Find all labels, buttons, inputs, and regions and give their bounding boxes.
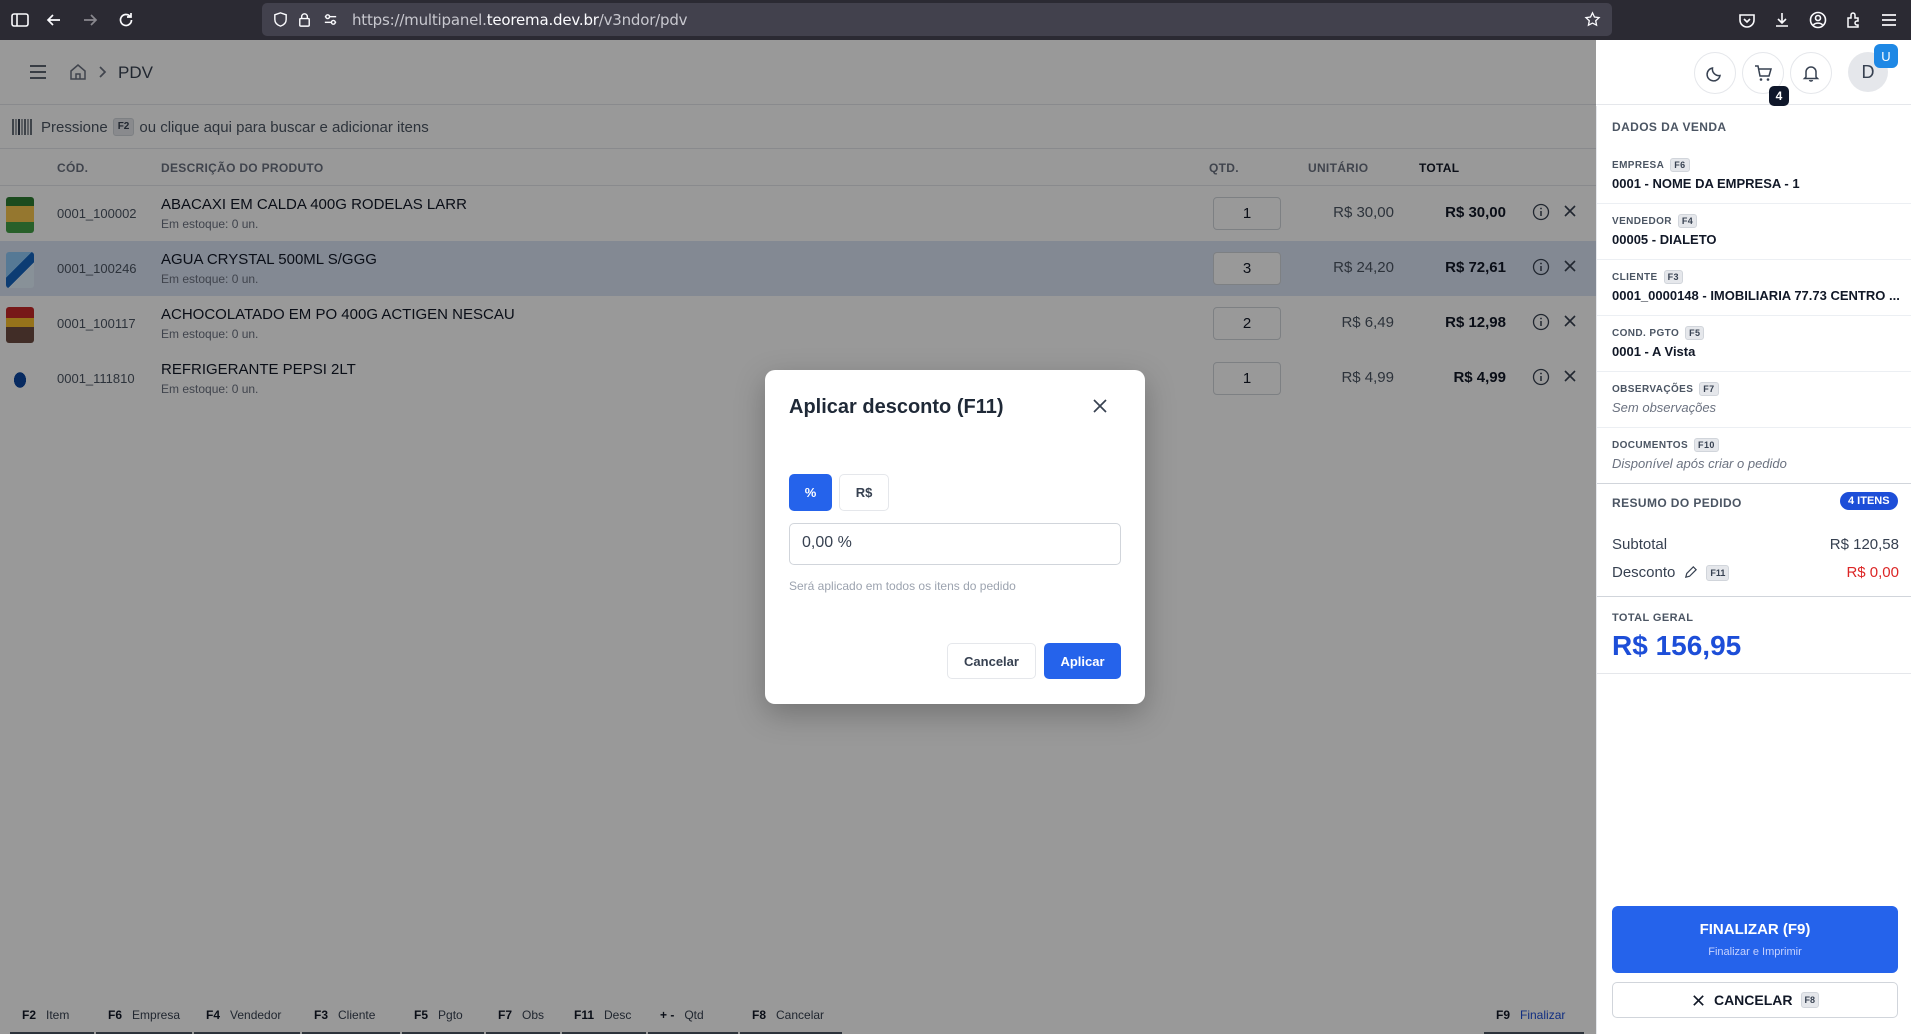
address-bar[interactable]: https://multipanel.teorema.dev.br/v3ndor… — [262, 3, 1612, 36]
menu-icon[interactable] — [1879, 10, 1899, 30]
shield-icon[interactable] — [272, 11, 289, 28]
field-cliente[interactable]: CLIENTE F3 0001_0000148 - IMOBILIARIA 77.… — [1597, 260, 1911, 316]
field-cond-pgto[interactable]: COND. PGTO F5 0001 - A Vista — [1597, 316, 1911, 372]
dialog-title: Aplicar desconto (F11) — [789, 396, 1004, 418]
pocket-icon[interactable] — [1737, 10, 1757, 30]
field-documentos[interactable]: DOCUMENTOS F10 Disponível após criar o pe… — [1597, 428, 1911, 484]
edit-pencil-icon[interactable] — [1683, 565, 1698, 580]
currency-toggle[interactable]: R$ — [839, 474, 889, 511]
bell-icon — [1801, 63, 1821, 83]
field-vendedor[interactable]: VENDEDOR F4 00005 - DIALETO — [1597, 204, 1911, 260]
permissions-icon[interactable] — [322, 11, 339, 28]
theme-toggle-button[interactable] — [1694, 52, 1736, 94]
sale-panel: DADOS DA VENDA EMPRESA F6 0001 - NOME DA … — [1596, 106, 1911, 1034]
finalize-button[interactable]: FINALIZAR (F9) Finalizar e Imprimir — [1612, 906, 1898, 973]
items-count-badge: 4 ITENS — [1840, 492, 1898, 510]
sidebar-toggle-icon[interactable] — [10, 10, 30, 30]
downloads-icon[interactable] — [1772, 10, 1792, 30]
cart-icon — [1753, 63, 1773, 83]
reload-icon[interactable] — [116, 10, 136, 30]
cancel-sale-button[interactable]: CANCELAR F8 — [1612, 982, 1898, 1018]
user-avatar-badge: U — [1874, 44, 1898, 68]
discount-row: Desconto F11 R$ 0,00 — [1612, 564, 1899, 581]
browser-toolbar: https://multipanel.teorema.dev.br/v3ndor… — [0, 0, 1911, 40]
discount-hint: Será aplicado em todos os itens do pedid… — [789, 579, 1016, 593]
grand-total-label: TOTAL GERAL — [1612, 612, 1694, 624]
close-icon — [1691, 993, 1706, 1008]
back-icon[interactable] — [44, 10, 64, 30]
cancel-button[interactable]: Cancelar — [947, 643, 1036, 679]
sale-panel-title: DADOS DA VENDA — [1612, 120, 1727, 134]
subtotal-row: Subtotal R$ 120,58 — [1612, 536, 1899, 553]
lock-icon[interactable] — [296, 11, 313, 28]
account-icon[interactable] — [1808, 10, 1828, 30]
bookmark-star-icon[interactable] — [1584, 11, 1601, 28]
url-text: https://multipanel.teorema.dev.br/v3ndor… — [352, 11, 688, 29]
apply-button[interactable]: Aplicar — [1044, 643, 1121, 679]
cart-count-badge: 4 — [1769, 86, 1789, 106]
forward-icon[interactable] — [80, 10, 100, 30]
field-observacoes[interactable]: OBSERVAÇÕES F7 Sem observações — [1597, 372, 1911, 428]
discount-input[interactable]: 0,00 % — [789, 523, 1121, 565]
moon-icon — [1705, 63, 1725, 83]
close-icon[interactable] — [1091, 397, 1109, 415]
summary-title: RESUMO DO PEDIDO — [1612, 496, 1742, 510]
discount-dialog: Aplicar desconto (F11) % R$ 0,00 % Será … — [765, 370, 1145, 704]
extensions-icon[interactable] — [1844, 10, 1864, 30]
field-empresa[interactable]: EMPRESA F6 0001 - NOME DA EMPRESA - 1 — [1597, 148, 1911, 204]
grand-total: R$ 156,95 — [1612, 630, 1742, 661]
percent-toggle[interactable]: % — [789, 474, 832, 511]
notifications-button[interactable] — [1790, 52, 1832, 94]
